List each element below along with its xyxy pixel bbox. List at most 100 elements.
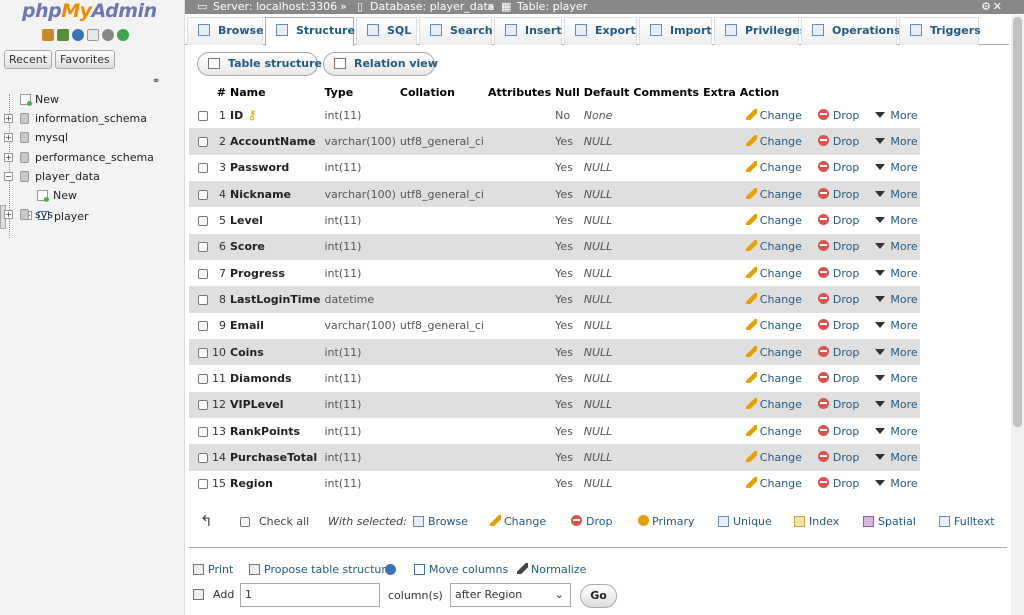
- change-link[interactable]: Change: [745, 187, 802, 201]
- row-checkbox[interactable]: [189, 286, 210, 313]
- change-link[interactable]: Change: [745, 240, 802, 253]
- change-link[interactable]: Change: [745, 477, 802, 490]
- more-dropdown[interactable]: More: [875, 319, 918, 332]
- expand-icon[interactable]: +: [4, 133, 13, 143]
- more-dropdown[interactable]: More: [875, 451, 918, 464]
- tab-import[interactable]: Import: [639, 17, 712, 45]
- drop-link[interactable]: Drop: [817, 451, 859, 464]
- more-dropdown[interactable]: More: [875, 477, 918, 490]
- change-link[interactable]: Change: [745, 161, 802, 174]
- change-link[interactable]: Change: [745, 345, 802, 359]
- column-position-select[interactable]: after Region ⌄: [450, 583, 571, 607]
- drop-link[interactable]: Drop: [817, 319, 859, 332]
- tree-item-new-table[interactable]: New: [0, 186, 185, 205]
- more-dropdown[interactable]: More: [875, 398, 918, 411]
- row-checkbox[interactable]: [189, 365, 210, 392]
- tree-item-sys[interactable]: + sys: [0, 205, 185, 224]
- tree-item-player-data[interactable]: − player_data: [0, 167, 185, 186]
- help-icon[interactable]: [72, 29, 84, 41]
- change-link[interactable]: Change: [745, 424, 802, 438]
- favorites-tab[interactable]: Favorites: [55, 50, 115, 69]
- row-checkbox[interactable]: [189, 418, 210, 445]
- tab-triggers[interactable]: Triggers: [899, 17, 981, 45]
- print-link[interactable]: Print: [193, 563, 233, 576]
- reload-icon[interactable]: [117, 29, 129, 41]
- column-name[interactable]: VIPLevel: [230, 398, 284, 411]
- row-checkbox[interactable]: [189, 391, 210, 419]
- bulk-unique-button[interactable]: Unique: [718, 515, 772, 528]
- tab-privileges[interactable]: Privileges: [714, 17, 806, 45]
- more-dropdown[interactable]: More: [875, 372, 918, 385]
- column-name[interactable]: Score: [230, 240, 265, 253]
- column-name[interactable]: Coins: [230, 346, 264, 359]
- column-name[interactable]: Email: [230, 319, 264, 332]
- drop-link[interactable]: Drop: [817, 345, 859, 359]
- tree-item-new[interactable]: New: [0, 90, 185, 109]
- tab-search[interactable]: Search: [419, 17, 493, 45]
- tab-export[interactable]: Export: [564, 17, 637, 45]
- column-name[interactable]: Region: [230, 477, 273, 490]
- col-header-name[interactable]: Name: [228, 82, 323, 102]
- drop-link[interactable]: Drop: [817, 214, 859, 227]
- column-name[interactable]: LastLoginTime: [230, 293, 320, 306]
- drop-link[interactable]: Drop: [817, 424, 859, 438]
- tab-operations[interactable]: Operations: [801, 17, 901, 45]
- home-icon[interactable]: [42, 29, 54, 41]
- row-checkbox[interactable]: [189, 181, 210, 208]
- column-name[interactable]: Diamonds: [230, 372, 292, 385]
- phpmyadmin-logo[interactable]: phpMyAdmin: [22, 0, 157, 22]
- drop-link[interactable]: Drop: [817, 398, 859, 411]
- row-checkbox[interactable]: [189, 339, 210, 366]
- column-name[interactable]: Progress: [230, 267, 285, 280]
- row-checkbox[interactable]: [189, 312, 210, 340]
- bulk-primary-button[interactable]: Primary: [638, 515, 695, 528]
- tree-item-performance-schema[interactable]: + performance_schema: [0, 148, 185, 167]
- change-link[interactable]: Change: [745, 293, 802, 306]
- add-column-count-input[interactable]: 1: [240, 583, 380, 607]
- tab-insert[interactable]: Insert: [494, 17, 562, 45]
- bulk-browse-button[interactable]: Browse: [413, 515, 468, 528]
- column-name[interactable]: RankPoints: [230, 425, 300, 438]
- column-name[interactable]: AccountName: [230, 135, 316, 148]
- gear-icon[interactable]: ⚙: [981, 0, 991, 13]
- row-checkbox[interactable]: [189, 470, 210, 498]
- column-name[interactable]: Password: [230, 161, 289, 174]
- normalize-link[interactable]: Normalize: [517, 563, 586, 576]
- link-with-main-icon[interactable]: ⚭: [152, 76, 160, 87]
- row-checkbox[interactable]: [189, 207, 210, 234]
- help-icon[interactable]: [385, 563, 400, 576]
- vertical-scrollbar[interactable]: [1011, 15, 1024, 615]
- tab-sql[interactable]: SQL: [356, 17, 417, 45]
- drop-link[interactable]: Drop: [817, 161, 859, 174]
- bulk-fulltext-button[interactable]: Fulltext: [939, 515, 995, 528]
- bulk-spatial-button[interactable]: Spatial: [863, 515, 916, 528]
- drop-link[interactable]: Drop: [817, 477, 859, 490]
- column-name[interactable]: PurchaseTotal: [230, 451, 317, 464]
- move-columns-link[interactable]: Move columns: [414, 563, 508, 576]
- column-name[interactable]: Nickname: [230, 188, 291, 201]
- close-icon[interactable]: ✕: [993, 0, 1002, 13]
- breadcrumb-server[interactable]: Server: localhost:3306: [213, 0, 337, 13]
- go-button[interactable]: Go: [580, 584, 617, 608]
- subtab-relation-view[interactable]: Relation view: [323, 52, 438, 76]
- change-link[interactable]: Change: [745, 451, 802, 464]
- drop-link[interactable]: Drop: [817, 108, 859, 122]
- drop-link[interactable]: Drop: [817, 187, 859, 201]
- breadcrumb-table[interactable]: Table: player: [517, 0, 587, 13]
- more-dropdown[interactable]: More: [875, 240, 918, 253]
- bulk-index-button[interactable]: Index: [794, 515, 839, 528]
- bulk-change-button[interactable]: Change: [490, 515, 546, 528]
- change-link[interactable]: Change: [745, 135, 802, 148]
- change-link[interactable]: Change: [745, 319, 802, 332]
- row-checkbox[interactable]: [189, 260, 210, 287]
- drop-link[interactable]: Drop: [817, 240, 859, 253]
- change-link[interactable]: Change: [745, 108, 802, 122]
- more-dropdown[interactable]: More: [875, 425, 918, 438]
- more-dropdown[interactable]: More: [875, 109, 918, 122]
- change-link[interactable]: Change: [745, 398, 802, 411]
- expand-icon[interactable]: +: [4, 114, 13, 124]
- more-dropdown[interactable]: More: [875, 293, 918, 306]
- drop-link[interactable]: Drop: [817, 135, 859, 148]
- exit-icon[interactable]: [57, 29, 69, 41]
- drop-link[interactable]: Drop: [817, 293, 859, 306]
